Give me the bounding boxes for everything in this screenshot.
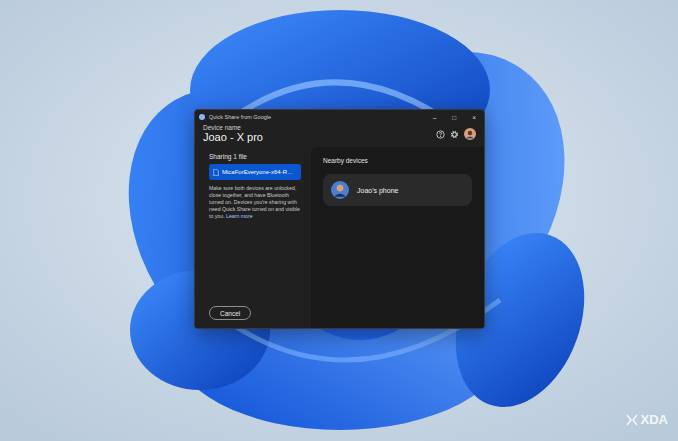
window-control-button[interactable]: ×	[468, 114, 480, 121]
quick-share-icon	[199, 114, 205, 120]
sharing-heading: Sharing 1 file	[209, 153, 301, 160]
window-control-button[interactable]: □	[448, 114, 460, 121]
title-bar: Quick Share from Google –□ ×	[195, 110, 484, 124]
desktop: Quick Share from Google –□ × Device name …	[0, 0, 678, 441]
content: Sharing 1 file MicaForEveryone-x64-R… Ma…	[195, 147, 484, 328]
header-actions	[436, 124, 476, 140]
account-avatar-icon[interactable]	[464, 128, 476, 140]
window-controls: –□ ×	[429, 114, 480, 121]
help-icon[interactable]	[436, 130, 445, 139]
file-name: MicaForEveryone-x64-R…	[222, 169, 293, 175]
sharing-hint: Make sure both devices are unlocked, clo…	[209, 185, 301, 220]
file-icon	[213, 169, 219, 176]
watermark-text: XDA	[641, 412, 668, 427]
sharing-panel: Sharing 1 file MicaForEveryone-x64-R… Ma…	[195, 147, 311, 328]
device-label: Device name	[203, 124, 263, 131]
device-name: Joao - X pro	[203, 131, 263, 143]
device-avatar-icon	[331, 181, 349, 199]
xda-logo-icon	[626, 414, 638, 426]
cancel-button[interactable]: Cancel	[209, 306, 251, 320]
header: Device name Joao - X pro	[195, 124, 484, 147]
nearby-heading: Nearby devices	[323, 157, 472, 164]
quick-share-window: Quick Share from Google –□ × Device name …	[194, 109, 485, 329]
gear-icon[interactable]	[450, 130, 459, 139]
learn-more-link[interactable]: Learn more	[226, 213, 253, 219]
watermark: XDA	[626, 412, 668, 427]
nearby-panel: Nearby devices Joao's phone	[311, 147, 484, 328]
nearby-device-card[interactable]: Joao's phone	[323, 174, 472, 206]
device-info: Device name Joao - X pro	[203, 124, 263, 143]
device-name-label: Joao's phone	[357, 187, 398, 194]
window-title: Quick Share from Google	[209, 114, 425, 120]
window-control-button[interactable]: –	[429, 114, 441, 121]
file-chip[interactable]: MicaForEveryone-x64-R…	[209, 164, 301, 180]
